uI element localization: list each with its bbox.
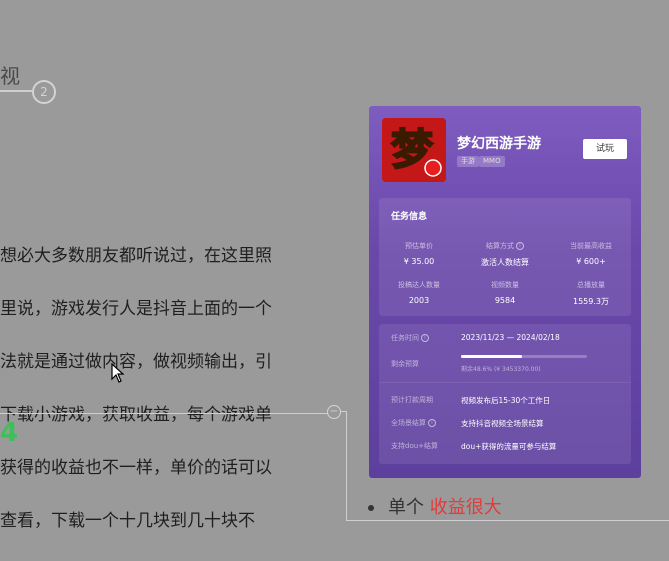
stat-label: 投稿达人数量 [398, 281, 440, 289]
paragraph-line: 里说，游戏发行人是抖音上面的一个 [0, 298, 272, 319]
row-divider [379, 382, 631, 383]
budget-progress-fill [461, 355, 523, 358]
bullet-dot [368, 505, 374, 511]
bullet-item: 单个 收益很大 [368, 493, 502, 519]
task-info-title: 任务信息 [391, 212, 428, 222]
bullet-highlight: 收益很大 [429, 497, 502, 518]
timeline-line [346, 520, 669, 521]
step-number-badge: 2 [32, 80, 56, 104]
bullet-text: 单个 [388, 497, 430, 518]
mouse-cursor-icon [111, 362, 125, 387]
stat-label: 结算方式 i [470, 241, 540, 251]
stat-value: ¥ 35.00 [403, 257, 435, 266]
scene-settle-value: 支持抖音视频全场景结算 [461, 419, 544, 428]
task-detail-panel: 任务时间 i 2023/11/23 — 2024/02/18 剩余预算 剩余48.… [379, 324, 631, 464]
timeline-line [0, 413, 328, 414]
time-label: 任务时间 i [391, 333, 429, 343]
task-info-panel: 任务信息 预估单价 ¥ 35.00 结算方式 i 激活人数结算 当前最高收益 ¥ … [379, 198, 631, 316]
try-play-button[interactable]: 试玩 [583, 139, 627, 159]
settle-period-value: 视频发布后15-30个工作日 [461, 396, 551, 405]
info-icon[interactable]: i [421, 334, 429, 342]
time-value: 2023/11/23 — 2024/02/18 [461, 333, 560, 342]
green-number-fragment: 4 [0, 418, 19, 448]
paragraph-line: 想必大多数朋友都听说过，在这里照 [0, 245, 272, 266]
stat-value: 1559.3万 [573, 297, 609, 306]
timeline-vertical [346, 411, 347, 521]
info-icon[interactable]: i [428, 419, 436, 427]
stat-label: 预估单价 [405, 242, 433, 250]
budget-subtext: 剩余48.6% (¥ 3453370.00) [461, 366, 541, 373]
divider-line [0, 90, 32, 92]
paragraph-line: 法就是通过做内容，做视频输出，引 [0, 351, 272, 372]
budget-progress-bar [461, 355, 587, 358]
stat-value: 2003 [408, 296, 430, 305]
collapse-node-icon[interactable]: − [327, 405, 341, 419]
game-logo-svg: 梦 [382, 118, 446, 182]
stat-label: 当前最高收益 [570, 242, 612, 250]
paragraph-line: 查看，下载一个十几块到几十块不 [0, 510, 255, 531]
stat-value: 9584 [494, 296, 516, 305]
stat-label: 总播放量 [577, 281, 605, 289]
body-paragraph: 想必大多数朋友都听说过，在这里照 里说，游戏发行人是抖音上面的一个 法就是通过做… [0, 216, 320, 561]
stat-value: ¥ 600+ [576, 257, 606, 266]
scene-settle-label: 全场景结算 i [391, 418, 436, 428]
game-tag: MMO [479, 156, 505, 167]
game-task-card: 梦 梦幻西游手游 手游 MMO 试玩 任务信息 预估单价 ¥ 35.00 结算方… [369, 106, 641, 478]
game-tag: 手游 [457, 156, 479, 167]
game-logo-icon: 梦 [382, 118, 446, 182]
settle-period-label: 预计打款周期 [391, 396, 433, 404]
budget-label: 剩余预算 [391, 360, 419, 368]
game-title: 梦幻西游手游 [457, 136, 541, 152]
info-icon[interactable]: i [516, 242, 524, 250]
dou-settle-label: 支持dou+结算 [391, 442, 439, 450]
slide-heading-fragment: 视 [0, 64, 20, 88]
paragraph-line: 获得的收益也不一样，单价的话可以 [0, 457, 272, 478]
stat-label: 视频数量 [491, 281, 519, 289]
stat-value: 激活人数结算 [481, 258, 529, 267]
dou-settle-value: dou+获得的流量可参与结算 [461, 442, 557, 451]
paragraph-line: 下载小游戏，获取收益，每个游戏单 [0, 404, 272, 425]
